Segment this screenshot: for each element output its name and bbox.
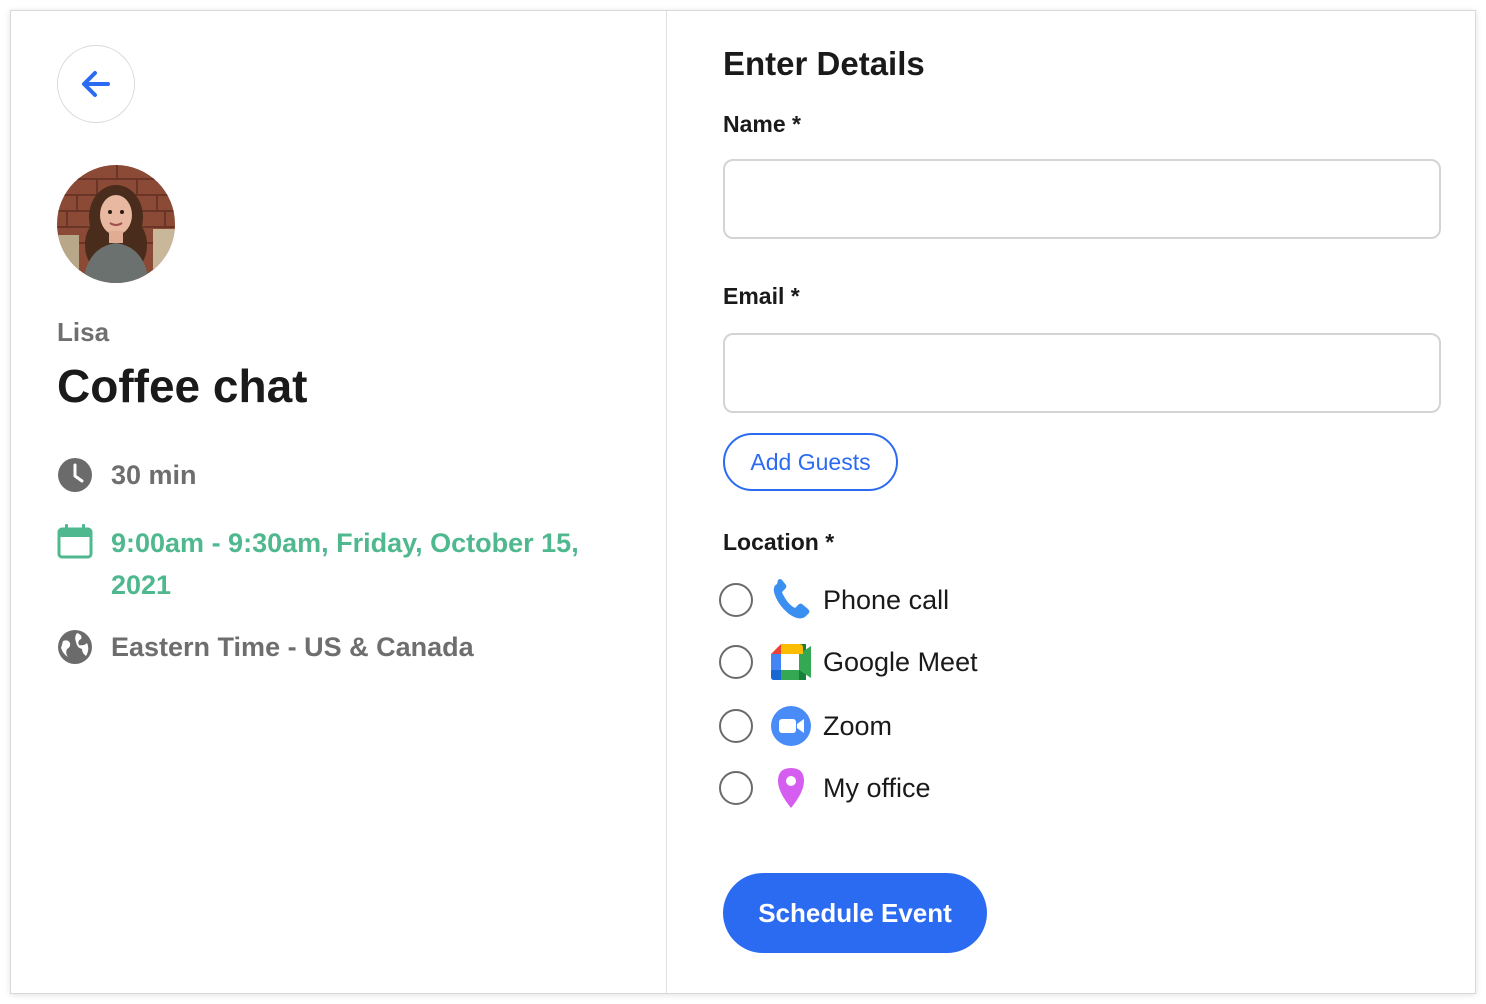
location-option-phone-call[interactable]: Phone call: [719, 575, 949, 625]
arrow-left-icon: [82, 71, 110, 97]
calendar-icon: [57, 524, 93, 559]
zoom-icon: [769, 704, 813, 748]
location-option-google-meet[interactable]: Google Meet: [719, 637, 978, 687]
location-radio[interactable]: [719, 771, 753, 805]
location-option-zoom[interactable]: Zoom: [719, 701, 892, 751]
clock-icon: [58, 458, 92, 492]
host-avatar: [57, 165, 175, 283]
event-summary-panel: Lisa Coffee chat 30 min 9:00am - 9:30am,…: [11, 11, 667, 993]
back-button[interactable]: [57, 45, 135, 123]
event-duration: 30 min: [57, 457, 197, 496]
location-option-my-office[interactable]: My office: [719, 763, 931, 813]
location-radio[interactable]: [719, 583, 753, 617]
duration-text: 30 min: [111, 460, 197, 490]
map-pin-icon: [769, 766, 813, 810]
form-title: Enter Details: [723, 45, 925, 82]
timezone-text: Eastern Time - US & Canada: [111, 632, 474, 662]
name-input[interactable]: [723, 159, 1441, 239]
location-option-label: Google Meet: [823, 646, 978, 677]
phone-icon: [769, 578, 813, 622]
host-name: Lisa: [57, 317, 110, 347]
details-form-panel: Enter Details Name * Email * Add Guests …: [667, 11, 1475, 993]
booking-card: Lisa Coffee chat 30 min 9:00am - 9:30am,…: [10, 10, 1476, 994]
datetime-text: 9:00am - 9:30am, Friday, October 15, 202…: [111, 528, 579, 600]
location-radio[interactable]: [719, 645, 753, 679]
location-radio[interactable]: [719, 709, 753, 743]
google-meet-icon: [769, 640, 813, 684]
location-label: Location *: [723, 529, 835, 555]
event-title: Coffee chat: [57, 360, 308, 412]
name-label: Name *: [723, 111, 801, 137]
email-input[interactable]: [723, 333, 1441, 413]
globe-icon: [58, 630, 92, 664]
location-option-label: My office: [823, 772, 931, 803]
location-option-label: Phone call: [823, 584, 950, 615]
add-guests-button[interactable]: Add Guests: [723, 433, 898, 491]
email-label: Email *: [723, 283, 800, 309]
schedule-event-button[interactable]: Schedule Event: [723, 873, 987, 953]
event-timezone: Eastern Time - US & Canada: [57, 629, 474, 668]
event-datetime: 9:00am - 9:30am, Friday, October 15, 202…: [57, 523, 627, 606]
location-option-label: Zoom: [823, 710, 893, 741]
